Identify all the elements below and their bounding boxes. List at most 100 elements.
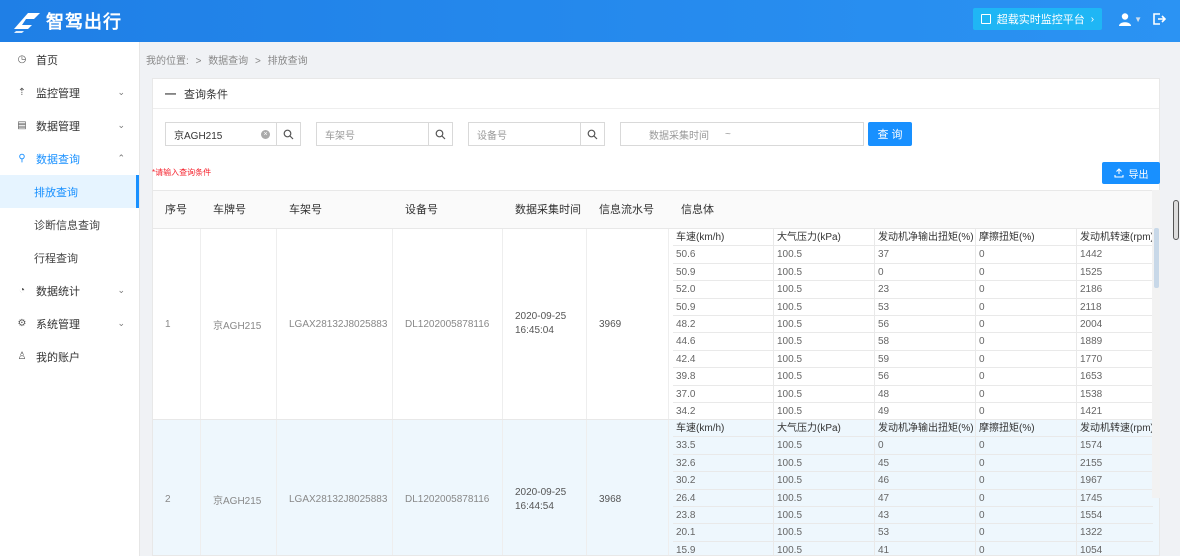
info-body-row: 48.2 100.5 56 0 2004: [673, 315, 1153, 334]
info-col-rpm: 发动机转速(rpm): [1080, 232, 1153, 243]
info-friction-value: 0: [976, 368, 1077, 385]
info-torque-value: 49: [875, 402, 976, 420]
info-body-row: 34.2 100.5 49 0 1421: [673, 402, 1153, 421]
logout-icon[interactable]: [1152, 12, 1166, 26]
info-rpm-value: 2004: [1080, 318, 1103, 330]
info-col-speed: 车速(km/h): [673, 229, 774, 246]
export-icon: [1113, 168, 1124, 178]
collect-time-placeholder: 数据采集时间: [649, 130, 709, 142]
info-body-row: 32.6 100.5 45 0 2155: [673, 454, 1153, 473]
info-friction-value: 0: [976, 437, 1077, 454]
info-col-torque: 发动机净输出扭矩(%): [875, 229, 976, 246]
info-body-row: 52.0 100.5 23 0 2186: [673, 281, 1153, 299]
breadcrumb: 我的位置: > 数据查询 > 排放查询: [146, 52, 312, 67]
sidebar: ◷ 首页 ⇡ 监控管理 ⌄ ▤ 数据管理 ⌄ ⚲ 数据查询 ⌃ 排放查询 诊断信…: [0, 42, 140, 556]
info-speed-value: 32.6: [673, 454, 774, 472]
sidebar-item-system[interactable]: ⚙ 系统管理 ⌄: [0, 307, 139, 340]
sidebar-subitem-emission-query[interactable]: 排放查询: [0, 175, 139, 208]
plate-input[interactable]: 京AGH215 ×: [165, 122, 277, 146]
info-pressure-value: 100.5: [774, 506, 875, 524]
page-scrollbar-thumb[interactable]: [1173, 200, 1179, 240]
export-button[interactable]: 导出: [1102, 162, 1160, 184]
info-body-row: 42.4 100.5 59 0 1770: [673, 350, 1153, 369]
chevron-down-icon: ⌄: [117, 318, 125, 328]
info-friction-value: 0: [976, 454, 1077, 472]
collapse-icon[interactable]: —: [165, 88, 176, 100]
info-speed-value: 50.9: [673, 263, 774, 281]
table-icon: ▤: [17, 120, 27, 131]
plate-search-button[interactable]: [277, 122, 301, 146]
info-friction-value: 0: [976, 472, 1077, 489]
chevron-down-icon[interactable]: ▼: [1134, 15, 1142, 24]
user-avatar-icon[interactable]: [1118, 12, 1132, 26]
row-frame: LGAX28132J8025883: [277, 420, 393, 555]
info-rpm-value: 2118: [1080, 301, 1102, 313]
frame-number-input[interactable]: 车架号: [316, 122, 429, 146]
sidebar-item-monitor[interactable]: ⇡ 监控管理 ⌄: [0, 76, 139, 109]
realtime-monitor-button[interactable]: 超载实时监控平台 ›: [972, 8, 1103, 30]
col-header-frame: 车架号: [289, 204, 322, 216]
row-serial: 3968: [587, 420, 669, 555]
info-speed-value: 33.5: [673, 437, 774, 454]
info-rpm-value: 1554: [1080, 509, 1103, 521]
info-torque-value: 0: [875, 263, 976, 281]
info-pressure-value: 100.5: [774, 368, 875, 385]
info-body-row: 44.6 100.5 58 0 1889: [673, 333, 1153, 351]
info-pressure-value: 100.5: [774, 298, 875, 315]
info-col-friction: 摩擦扭矩(%): [976, 420, 1077, 437]
query-hint: *请输入查询条件: [152, 168, 212, 177]
info-speed-value: 26.4: [673, 489, 774, 506]
info-speed-value: 42.4: [673, 350, 774, 368]
table-scrollbar-thumb[interactable]: [1154, 228, 1159, 288]
table-row[interactable]: 1 京AGH215 LGAX28132J8025883 DL1202005878…: [153, 229, 1159, 421]
sidebar-item-data-management[interactable]: ▤ 数据管理 ⌄: [0, 109, 139, 142]
sidebar-item-data-query[interactable]: ⚲ 数据查询 ⌃: [0, 142, 139, 175]
sidebar-item-label: 数据查询: [36, 153, 80, 166]
chevron-up-icon: ⌃: [117, 153, 125, 163]
plate-input-value: 京AGH215: [174, 130, 223, 142]
info-torque-value: 0: [875, 437, 976, 454]
info-pressure-value: 100.5: [774, 454, 875, 472]
clear-icon[interactable]: ×: [261, 130, 270, 139]
info-speed-value: 34.2: [673, 402, 774, 420]
info-speed-value: 50.6: [673, 246, 774, 263]
info-body-table: 车速(km/h) 大气压力(kPa) 发动机净输出扭矩(%) 摩擦扭矩(%) 发…: [673, 420, 1153, 555]
sidebar-item-account[interactable]: ♙ 我的账户: [0, 340, 139, 373]
info-torque-value: 58: [875, 333, 976, 350]
sidebar-subitem-trip-query[interactable]: 行程查询: [0, 241, 139, 274]
device-number-input[interactable]: 设备号: [468, 122, 581, 146]
sidebar-item-label: 系统管理: [36, 318, 80, 331]
info-pressure-value: 100.5: [774, 385, 875, 402]
info-col-rpm: 发动机转速(rpm): [1080, 423, 1153, 434]
breadcrumb-data-query[interactable]: 数据查询: [208, 56, 248, 67]
monitor-button-label: 超载实时监控平台: [996, 14, 1085, 26]
info-speed-value: 15.9: [673, 541, 774, 555]
sidebar-subitem-diagnosis-query[interactable]: 诊断信息查询: [0, 208, 139, 241]
sidebar-item-home[interactable]: ◷ 首页: [0, 43, 139, 76]
info-rpm-value: 1889: [1080, 336, 1103, 348]
chevron-right-icon: ›: [1090, 13, 1095, 25]
frame-search-button[interactable]: [429, 122, 453, 146]
info-pressure-value: 100.5: [774, 315, 875, 333]
query-panel-header[interactable]: — 查询条件: [153, 79, 1159, 109]
info-torque-value: 23: [875, 281, 976, 298]
query-button[interactable]: 查 询: [868, 122, 912, 146]
time-range-separator: ~: [725, 128, 731, 140]
info-pressure-value: 100.5: [774, 350, 875, 368]
info-rpm-value: 1967: [1080, 475, 1103, 487]
info-friction-value: 0: [976, 541, 1077, 555]
info-rpm-value: 1653: [1080, 371, 1103, 383]
query-panel-title: 查询条件: [184, 88, 228, 101]
info-pressure-value: 100.5: [774, 333, 875, 350]
device-search-button[interactable]: [581, 122, 605, 146]
row-collect-time: 2020-09-25 16:44:54: [503, 420, 587, 555]
row-collect-clock: 16:45:04: [515, 325, 554, 336]
sidebar-item-statistics[interactable]: ◔ 数据统计 ⌄: [0, 274, 139, 307]
upload-icon: ⇡: [17, 87, 27, 98]
app-logo[interactable]: 智驾出行: [12, 8, 122, 34]
info-speed-value: 20.1: [673, 524, 774, 541]
chevron-down-icon: ⌄: [117, 87, 125, 97]
collect-time-range-input[interactable]: 数据采集时间 ~: [620, 122, 864, 146]
info-body-row: 50.6 100.5 37 0 1442: [673, 246, 1153, 264]
table-row[interactable]: 2 京AGH215 LGAX28132J8025883 DL1202005878…: [153, 420, 1159, 555]
